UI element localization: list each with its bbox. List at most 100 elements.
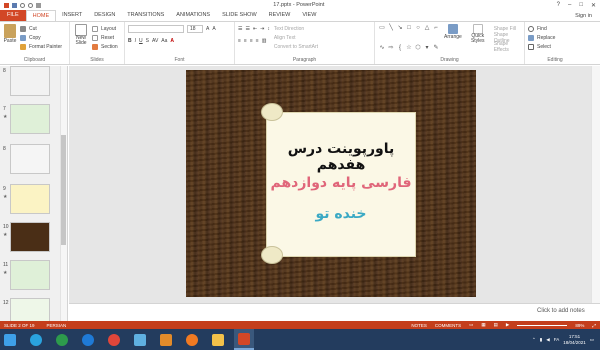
change-case-icon[interactable]: Aa (161, 38, 167, 44)
cut-button[interactable]: Cut (20, 24, 62, 33)
network-icon[interactable]: ▮ (540, 337, 542, 343)
keyboard-language[interactable]: FA (554, 337, 560, 342)
slide-thumbnail[interactable] (10, 260, 50, 290)
bullets-icon[interactable]: ☰ (238, 26, 242, 32)
format-painter-button[interactable]: Format Painter (20, 42, 62, 51)
reading-view-icon[interactable]: ▤ (494, 322, 498, 328)
notes-button[interactable]: NOTES (411, 323, 427, 328)
slide-thumbnail[interactable] (10, 144, 50, 174)
textbox-shape-icon[interactable]: ▭ (378, 24, 386, 43)
fit-slide-icon[interactable]: ⤢ (592, 323, 596, 328)
reset-button[interactable]: Reset (92, 33, 118, 42)
start-slideshow-icon[interactable] (36, 2, 41, 8)
copy-button[interactable]: Copy (20, 33, 62, 42)
char-spacing-icon[interactable]: AV (152, 38, 158, 44)
scroll-shape[interactable]: پاورپوینت درس هفدهم فارسی پایه دوازدهم خ… (261, 103, 416, 264)
tab-home[interactable]: HOME (25, 10, 57, 21)
normal-view-icon[interactable]: ▭ (469, 322, 473, 328)
tab-insert[interactable]: INSERT (56, 10, 88, 21)
minimize-icon[interactable]: – (568, 2, 571, 9)
taskbar-app-powerpoint[interactable] (234, 329, 254, 350)
find-button[interactable]: Find (528, 24, 582, 33)
close-icon[interactable]: ✕ (591, 2, 596, 9)
taskbar-app[interactable] (182, 329, 202, 350)
increase-indent-icon[interactable]: ⇥ (260, 26, 264, 32)
tab-design[interactable]: DESIGN (88, 10, 121, 21)
taskbar-app[interactable] (130, 329, 150, 350)
tab-animations[interactable]: ANIMATIONS (170, 10, 216, 21)
align-left-icon[interactable]: ≡ (238, 38, 241, 44)
tray-up-icon[interactable]: ⌃ (532, 337, 536, 343)
taskbar-app[interactable] (208, 329, 228, 350)
rectangle-shape-icon[interactable]: □ (405, 24, 413, 43)
start-button[interactable] (0, 329, 20, 350)
bracket-shape-icon[interactable]: ⌐ (432, 24, 440, 43)
slide-thumbnail[interactable] (10, 104, 50, 134)
select-button[interactable]: Select (528, 42, 582, 51)
replace-button[interactable]: Replace (528, 33, 582, 42)
slide-thumbnail[interactable] (10, 222, 50, 252)
tab-file[interactable]: FILE (0, 10, 26, 21)
slide-sorter-icon[interactable]: ▦ (481, 322, 485, 328)
bold-icon[interactable]: B (128, 38, 132, 44)
undo-icon[interactable] (20, 2, 25, 8)
numbering-icon[interactable]: ☰ (245, 26, 249, 32)
sign-in-link[interactable]: Sign in (575, 13, 600, 19)
grow-font-icon[interactable]: A (206, 26, 209, 32)
slide-scrollbar[interactable] (591, 66, 600, 303)
font-size-field[interactable]: 18 (187, 24, 203, 33)
columns-icon[interactable]: ▥ (262, 38, 267, 44)
slide-title[interactable]: پاورپوینت درس هفدهم (267, 141, 415, 173)
taskbar-app[interactable] (26, 329, 46, 350)
zoom-level[interactable]: 89% (575, 323, 584, 328)
align-right-icon[interactable]: ≡ (250, 38, 253, 44)
strikethrough-icon[interactable]: S (146, 38, 149, 44)
align-center-icon[interactable]: ≡ (244, 38, 247, 44)
comments-button[interactable]: COMMENTS (435, 323, 461, 328)
shape-effects-button[interactable]: Shape Effects (494, 41, 521, 53)
thumbnail-scroll-thumb[interactable] (61, 135, 66, 245)
tab-review[interactable]: REVIEW (263, 10, 297, 21)
slide-thumbnail[interactable] (10, 184, 50, 214)
slide-thumbnail[interactable] (10, 66, 50, 96)
slide-thumbnail[interactable] (10, 298, 50, 321)
line-spacing-icon[interactable]: ↕ (267, 26, 270, 32)
slide-thumbnail-pane[interactable]: 8 7 ★ 8 9 ★ 10 ★ 11 ★ 12 (0, 66, 68, 321)
save-icon[interactable] (12, 2, 17, 8)
notifications-icon[interactable]: ▭ (590, 337, 594, 343)
taskbar-app[interactable] (104, 329, 124, 350)
decrease-indent-icon[interactable]: ⇤ (253, 26, 257, 32)
convert-smartart-button[interactable]: Convert to SmartArt (274, 42, 318, 51)
zoom-slider[interactable] (517, 324, 568, 326)
justify-icon[interactable]: ≡ (256, 38, 259, 44)
slide-lesson-title[interactable]: خنده تو (267, 206, 415, 222)
underline-icon[interactable]: U (139, 38, 143, 44)
font-color-icon[interactable]: A (170, 38, 174, 44)
align-text-button[interactable]: Align Text (274, 33, 318, 42)
line-shape-icon[interactable]: ╲ (387, 24, 395, 43)
oval-shape-icon[interactable]: ○ (414, 24, 422, 43)
text-direction-button[interactable]: Text Direction (274, 24, 318, 33)
tab-slide-show[interactable]: SLIDE SHOW (216, 10, 263, 21)
current-slide[interactable]: پاورپوینت درس هفدهم فارسی پایه دوازدهم خ… (186, 70, 476, 297)
font-name-field[interactable] (128, 24, 184, 33)
taskbar-app[interactable] (52, 329, 72, 350)
redo-icon[interactable] (28, 2, 33, 8)
tab-view[interactable]: VIEW (296, 10, 322, 21)
layout-button[interactable]: Layout (92, 24, 118, 33)
triangle-shape-icon[interactable]: △ (423, 24, 431, 43)
clock[interactable]: 17:51 18/04/2021 (563, 334, 586, 346)
help-icon[interactable]: ? (557, 2, 560, 9)
slideshow-view-icon[interactable]: ▶ (506, 322, 509, 328)
maximize-icon[interactable]: □ (579, 2, 583, 9)
tab-transitions[interactable]: TRANSITIONS (121, 10, 170, 21)
volume-icon[interactable]: ◀ (546, 337, 549, 343)
section-button[interactable]: Section (92, 42, 118, 51)
italic-icon[interactable]: I (135, 38, 136, 44)
taskbar-app[interactable] (78, 329, 98, 350)
language-indicator[interactable]: PERSIAN (47, 323, 67, 328)
taskbar-app[interactable] (156, 329, 176, 350)
slide-subtitle[interactable]: فارسی پایه دوازدهم (267, 175, 415, 191)
notes-pane[interactable]: Click to add notes (69, 303, 600, 321)
arrow-shape-icon[interactable]: ↘ (396, 24, 404, 43)
